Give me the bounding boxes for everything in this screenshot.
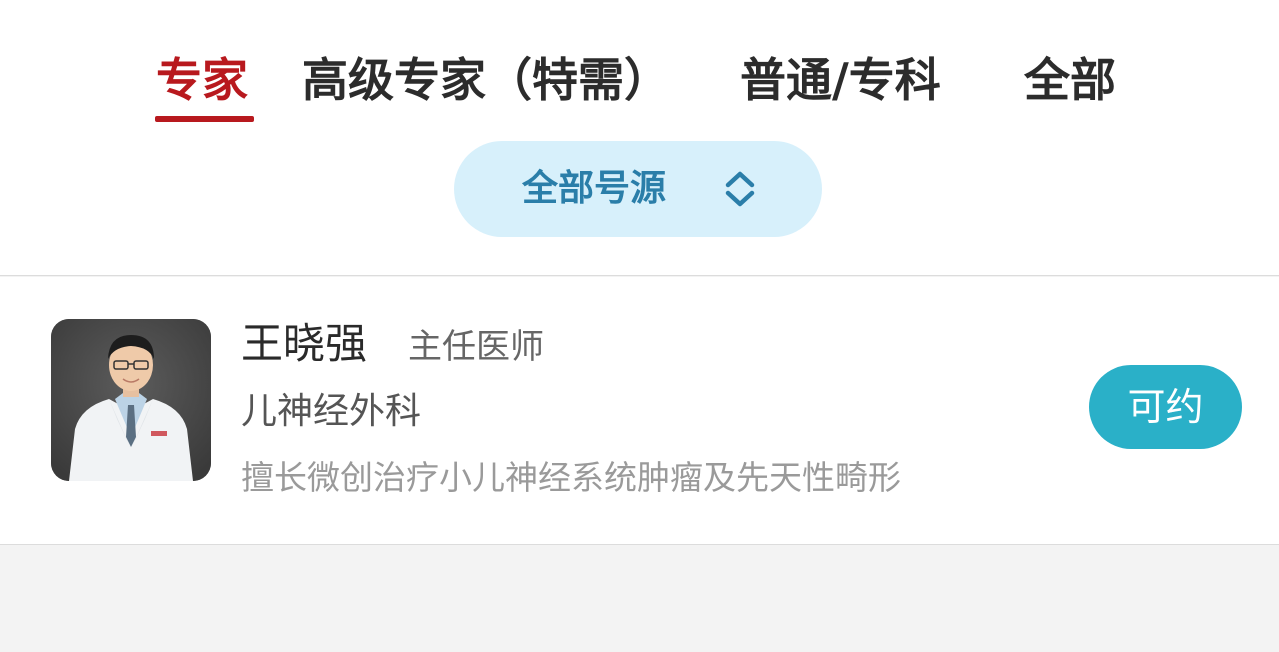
book-appointment-button[interactable]: 可约	[1089, 365, 1242, 449]
tab-bar: 专家 高级专家（特需） 普通/专科 全部	[0, 0, 1279, 130]
tab-experts[interactable]: 专家	[156, 50, 248, 110]
doctor-card[interactable]: 王晓强 主任医师 儿神经外科 擅长微创治疗小儿神经系统肿瘤及先天性畸形 可约	[0, 277, 1279, 545]
doctor-name: 王晓强	[241, 319, 368, 368]
active-tab-indicator	[155, 116, 254, 122]
tab-senior-experts-special[interactable]: 高级专家（特需）	[302, 50, 670, 110]
up-down-chevron-icon	[725, 171, 755, 207]
doctor-specialty: 擅长微创治疗小儿神经系统肿瘤及先天性畸形	[241, 458, 901, 497]
doctor-title: 主任医师	[408, 327, 544, 367]
top-panel: 专家 高级专家（特需） 普通/专科 全部 全部号源	[0, 0, 1279, 276]
doctor-avatar	[51, 319, 211, 481]
source-filter-dropdown[interactable]: 全部号源	[454, 141, 822, 237]
source-filter-label: 全部号源	[522, 168, 667, 209]
tab-general-specialty[interactable]: 普通/专科	[740, 50, 941, 110]
doctor-photo	[51, 319, 211, 481]
doctor-department: 儿神经外科	[241, 391, 422, 432]
tab-all[interactable]: 全部	[1024, 50, 1116, 110]
